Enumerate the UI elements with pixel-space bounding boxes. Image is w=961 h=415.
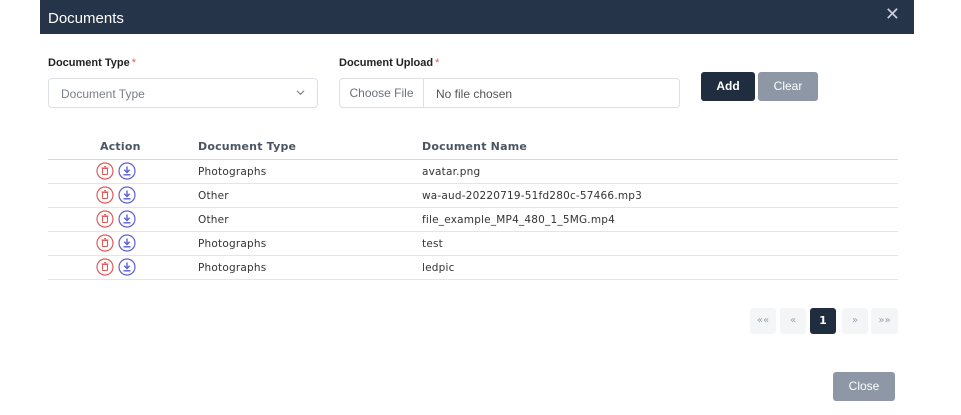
chevron-down-icon bbox=[296, 90, 305, 96]
clear-button[interactable]: Clear bbox=[758, 72, 818, 101]
required-mark: * bbox=[435, 57, 440, 69]
table-row: Photographs ledpic bbox=[48, 256, 898, 280]
document-type-select-value: Document Type bbox=[61, 87, 145, 101]
document-upload-input[interactable]: Choose File No file chosen bbox=[339, 78, 680, 108]
required-mark: * bbox=[131, 57, 136, 69]
document-name-cell: wa-aud-20220719-51fd280c-57466.mp3 bbox=[422, 190, 643, 202]
document-type-cell: Photographs bbox=[198, 166, 267, 178]
table-row: Other file_example_MP4_480_1_5MG.mp4 bbox=[48, 208, 898, 232]
trash-icon[interactable] bbox=[96, 186, 114, 204]
document-name-cell: test bbox=[422, 238, 443, 250]
download-icon[interactable] bbox=[118, 186, 136, 204]
choose-file-button[interactable]: Choose File bbox=[340, 79, 424, 107]
download-icon[interactable] bbox=[118, 234, 136, 252]
document-upload-label: Document Upload * bbox=[339, 57, 439, 69]
document-type-select[interactable]: Document Type bbox=[48, 78, 318, 108]
column-header-document-type: Document Type bbox=[198, 140, 297, 153]
close-icon[interactable]: ✕ bbox=[885, 5, 900, 23]
column-header-action: Action bbox=[100, 140, 141, 153]
download-icon[interactable] bbox=[118, 258, 136, 276]
table-row: Photographs test bbox=[48, 232, 898, 256]
pagination-next-button[interactable]: » bbox=[842, 308, 868, 334]
pagination-first-button[interactable]: «« bbox=[750, 308, 776, 334]
modal-title: Documents bbox=[48, 10, 124, 27]
download-icon[interactable] bbox=[118, 162, 136, 180]
document-name-cell: ledpic bbox=[422, 262, 455, 274]
column-header-document-name: Document Name bbox=[422, 140, 528, 153]
row-divider bbox=[48, 279, 898, 280]
download-icon[interactable] bbox=[118, 210, 136, 228]
trash-icon[interactable] bbox=[96, 234, 114, 252]
pagination-last-button[interactable]: »» bbox=[871, 308, 898, 334]
document-type-cell: Other bbox=[198, 214, 229, 226]
document-type-label: Document Type * bbox=[48, 57, 136, 69]
document-type-label-text: Document Type bbox=[48, 57, 130, 69]
file-status-text: No file chosen bbox=[436, 87, 513, 101]
add-button[interactable]: Add bbox=[701, 72, 755, 101]
document-upload-label-text: Document Upload bbox=[339, 57, 434, 69]
document-name-cell: file_example_MP4_480_1_5MG.mp4 bbox=[422, 214, 616, 226]
document-type-cell: Photographs bbox=[198, 262, 267, 274]
trash-icon[interactable] bbox=[96, 210, 114, 228]
trash-icon[interactable] bbox=[96, 162, 114, 180]
pagination-prev-button[interactable]: « bbox=[780, 308, 806, 334]
table-row: Photographs avatar.png bbox=[48, 160, 898, 184]
document-type-cell: Photographs bbox=[198, 238, 267, 250]
table-row: Other wa-aud-20220719-51fd280c-57466.mp3 bbox=[48, 184, 898, 208]
document-name-cell: avatar.png bbox=[422, 166, 481, 178]
pagination-page-1[interactable]: 1 bbox=[810, 308, 836, 334]
close-button[interactable]: Close bbox=[833, 372, 895, 401]
trash-icon[interactable] bbox=[96, 258, 114, 276]
modal-header: Documents ✕ bbox=[40, 0, 914, 34]
document-type-cell: Other bbox=[198, 190, 229, 202]
